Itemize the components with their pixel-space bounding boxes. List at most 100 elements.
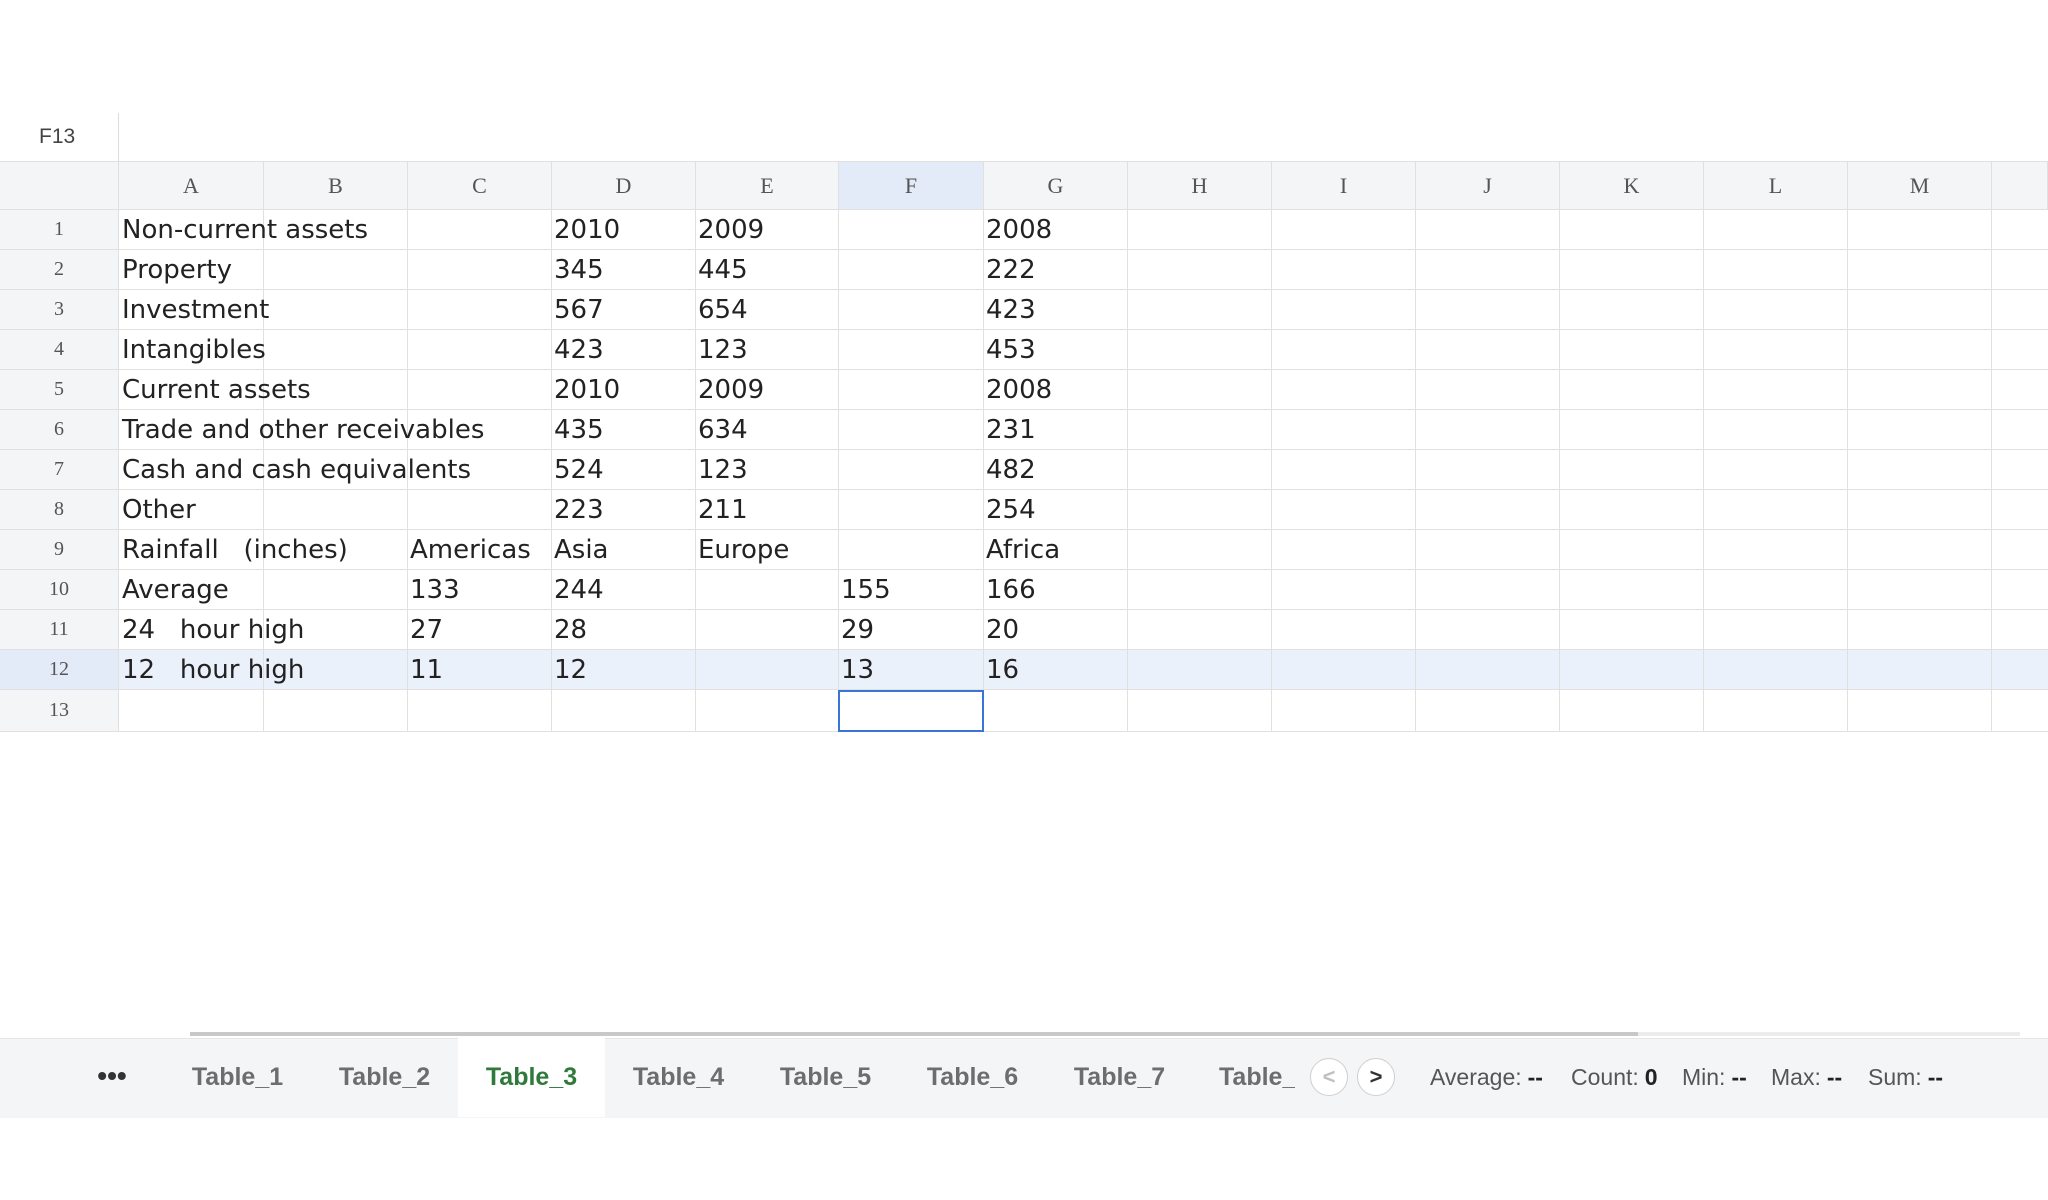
column-header-g[interactable]: G — [984, 162, 1128, 210]
cell-a4[interactable]: Intangibles — [119, 330, 266, 370]
selected-cell-f13[interactable] — [838, 690, 984, 732]
row-band — [119, 490, 2048, 530]
cell-g2[interactable]: 222 — [983, 250, 1036, 290]
row-band — [119, 250, 2048, 290]
row-header-10[interactable]: 10 — [0, 570, 119, 610]
cell-f11[interactable]: 29 — [838, 610, 874, 650]
cell-a2[interactable]: Property — [119, 250, 232, 290]
tab-table-4[interactable]: Table_4 — [605, 1038, 752, 1117]
cell-d8[interactable]: 223 — [551, 490, 604, 530]
column-header-b[interactable]: B — [264, 162, 408, 210]
tab-table-2[interactable]: Table_2 — [311, 1038, 458, 1117]
next-tab-button[interactable]: > — [1357, 1058, 1395, 1096]
cell-e4[interactable]: 123 — [695, 330, 748, 370]
column-header-i[interactable]: I — [1272, 162, 1416, 210]
cell-g1[interactable]: 2008 — [983, 210, 1052, 250]
row-band — [119, 210, 2048, 250]
cell-a9[interactable]: Rainfall (inches) — [119, 530, 348, 570]
cell-d1[interactable]: 2010 — [551, 210, 620, 250]
column-header-c[interactable]: C — [408, 162, 552, 210]
cell-d4[interactable]: 423 — [551, 330, 604, 370]
cell-g12[interactable]: 16 — [983, 650, 1019, 690]
horizontal-scrollbar-thumb[interactable] — [190, 1032, 1638, 1036]
spreadsheet-grid[interactable]: A B C D E F G H I J K L M 1 2 3 4 5 6 7 … — [0, 0, 2048, 1200]
cell-d9[interactable]: Asia — [551, 530, 609, 570]
tab-table-1[interactable]: Table_1 — [164, 1038, 311, 1117]
column-header-d[interactable]: D — [552, 162, 696, 210]
row-header-5[interactable]: 5 — [0, 370, 119, 410]
tab-table-8[interactable]: Table_ — [1219, 1038, 1295, 1117]
cell-d2[interactable]: 345 — [551, 250, 604, 290]
cell-d12[interactable]: 12 — [551, 650, 587, 690]
row-header-2[interactable]: 2 — [0, 250, 119, 290]
previous-tab-button[interactable]: < — [1310, 1058, 1348, 1096]
row-header-4[interactable]: 4 — [0, 330, 119, 370]
cell-g4[interactable]: 453 — [983, 330, 1036, 370]
cell-e6[interactable]: 634 — [695, 410, 748, 450]
cell-c10[interactable]: 133 — [407, 570, 460, 610]
cell-e7[interactable]: 123 — [695, 450, 748, 490]
column-header-k[interactable]: K — [1560, 162, 1704, 210]
cell-f10[interactable]: 155 — [838, 570, 891, 610]
cell-d6[interactable]: 435 — [551, 410, 604, 450]
more-menu-icon[interactable]: ••• — [90, 1056, 134, 1096]
cell-a3[interactable]: Investment — [119, 290, 269, 330]
column-header-f[interactable]: F — [839, 162, 984, 210]
tab-table-7[interactable]: Table_7 — [1046, 1038, 1193, 1117]
cell-e9[interactable]: Europe — [695, 530, 789, 570]
cell-g9[interactable]: Africa — [983, 530, 1060, 570]
cell-a8[interactable]: Other — [119, 490, 196, 530]
cell-a1[interactable]: Non-current assets — [119, 210, 368, 250]
cell-d3[interactable]: 567 — [551, 290, 604, 330]
cell-g3[interactable]: 423 — [983, 290, 1036, 330]
cell-g6[interactable]: 231 — [983, 410, 1036, 450]
column-header-a[interactable]: A — [119, 162, 264, 210]
cell-a10[interactable]: Average — [119, 570, 229, 610]
tab-table-6[interactable]: Table_6 — [899, 1038, 1046, 1117]
row-header-8[interactable]: 8 — [0, 490, 119, 530]
cell-a11[interactable]: 24 hour high — [119, 610, 304, 650]
column-header-m[interactable]: M — [1848, 162, 1992, 210]
tab-table-5[interactable]: Table_5 — [752, 1038, 899, 1117]
column-header-j[interactable]: J — [1416, 162, 1560, 210]
row-header-9[interactable]: 9 — [0, 530, 119, 570]
cell-g7[interactable]: 482 — [983, 450, 1036, 490]
cell-a12[interactable]: 12 hour high — [119, 650, 304, 690]
cell-a7[interactable]: Cash and cash equivalents — [119, 450, 471, 490]
tab-table-3[interactable]: Table_3 — [458, 1038, 605, 1117]
cell-e5[interactable]: 2009 — [695, 370, 764, 410]
cell-d11[interactable]: 28 — [551, 610, 587, 650]
cell-g8[interactable]: 254 — [983, 490, 1036, 530]
cell-c11[interactable]: 27 — [407, 610, 443, 650]
cell-c9[interactable]: Americas — [407, 530, 531, 570]
cell-g11[interactable]: 20 — [983, 610, 1019, 650]
row-header-3[interactable]: 3 — [0, 290, 119, 330]
column-header-h[interactable]: H — [1128, 162, 1272, 210]
row-header-7[interactable]: 7 — [0, 450, 119, 490]
cell-e1[interactable]: 2009 — [695, 210, 764, 250]
column-header-e[interactable]: E — [696, 162, 839, 210]
cell-e3[interactable]: 654 — [695, 290, 748, 330]
cell-d7[interactable]: 524 — [551, 450, 604, 490]
cell-a5[interactable]: Current assets — [119, 370, 311, 410]
cell-g5[interactable]: 2008 — [983, 370, 1052, 410]
cell-c12[interactable]: 11 — [407, 650, 443, 690]
row-header-11[interactable]: 11 — [0, 610, 119, 650]
cell-a6[interactable]: Trade and other receivables — [119, 410, 484, 450]
row-header-1[interactable]: 1 — [0, 210, 119, 250]
cell-d10[interactable]: 244 — [551, 570, 604, 610]
stat-average: Average: -- — [1430, 1058, 1543, 1096]
cell-e2[interactable]: 445 — [695, 250, 748, 290]
row-header-13[interactable]: 13 — [0, 690, 119, 732]
cell-d5[interactable]: 2010 — [551, 370, 620, 410]
row-header-12[interactable]: 12 — [0, 650, 119, 690]
stat-count-label: Count: — [1571, 1063, 1639, 1090]
select-all-corner[interactable] — [0, 162, 119, 210]
cell-g10[interactable]: 166 — [983, 570, 1036, 610]
stat-count: Count: 0 — [1571, 1058, 1658, 1096]
row-header-6[interactable]: 6 — [0, 410, 119, 450]
column-header-l[interactable]: L — [1704, 162, 1848, 210]
cell-f12[interactable]: 13 — [838, 650, 874, 690]
column-header-n[interactable] — [1992, 162, 2048, 210]
cell-e8[interactable]: 211 — [695, 490, 748, 530]
